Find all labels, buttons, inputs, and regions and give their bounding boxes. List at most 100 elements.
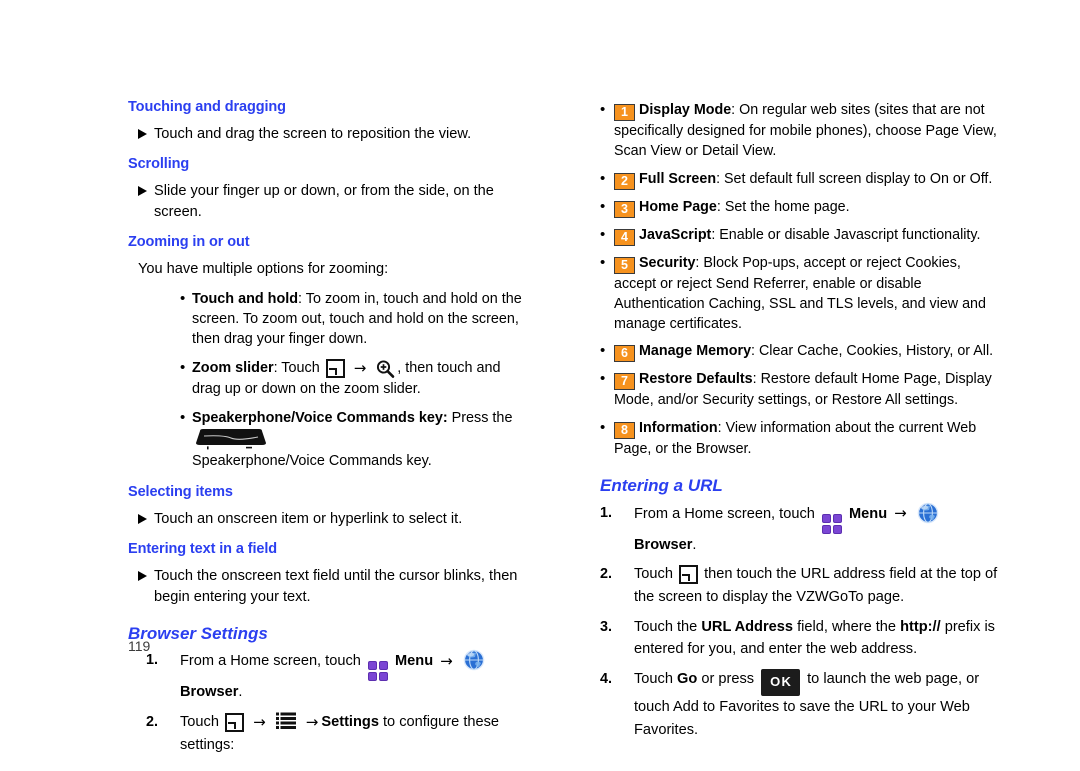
badge-number: 3 [614,200,635,218]
heading-zooming-in-or-out: Zooming in or out [128,234,250,251]
zooming-item-text: Speakerphone/Voice Commands key: Press t… [192,408,533,471]
menu-grid-icon[interactable] [821,513,842,534]
setting-item-label: Home Page [639,198,717,215]
menu-label: Menu [395,653,434,670]
setting-item-text: 6 Manage Memory: Clear Cache, Cookies, Hi… [614,341,994,363]
page-number: 119 [128,638,151,654]
setting-item-body: : Enable or disable Javascript functiona… [711,226,981,243]
step-text-part1: Touch [634,670,673,687]
badge-number: 1 [614,104,635,121]
zooming-item-body-before: Press the [447,409,513,426]
setting-item-javascript: • 4 JavaScript: Enable or disable Javascr… [600,225,1000,246]
zooming-item-label: Touch and hold [192,291,299,307]
step-text: From a Home screen, touch Menu → Browser… [180,649,533,704]
setting-item-text: 4 JavaScript: Enable or disable Javascrip… [614,225,980,246]
setting-item-body: : Clear Cache, Cookies, History, or All. [751,343,994,360]
step-number: 4. [600,670,613,687]
zooming-item-label: Speakerphone/Voice Commands key: [192,409,448,426]
dot-bullet-icon: • [600,197,606,215]
step-number: 3. [600,618,613,635]
badge-number: 6 [614,345,635,363]
badge-number: 4 [614,228,635,246]
browser-globe-icon[interactable] [917,502,939,524]
dot-bullet-icon: • [600,342,606,360]
arrow-glyph: → [253,712,266,731]
zooming-item-body-before: : Touch [273,360,320,377]
browser-settings-step-2: 2. Touch → → Settings to configure these… [128,711,533,756]
zooming-item-touch-and-hold: • Touch and hold: To zoom in, touch and … [128,289,533,349]
step-text-part2: field, where the [797,618,897,635]
arrow-glyph: → [353,359,367,378]
arrow-glyph: → [894,504,907,523]
step-text: Touch the URL Address field, where the h… [634,616,1000,661]
dot-bullet-icon: • [180,359,186,377]
step-text-part1: Touch [180,713,219,730]
arrow-glyph: → [440,651,453,670]
bullet-selecting-items: Touch an onscreen item or hyperlink to s… [128,509,533,530]
heading-selecting-items: Selecting items [128,484,233,501]
setting-item-body: : Set default full screen display to On … [716,170,993,187]
ok-key-icon[interactable]: OK [761,668,801,696]
magnifier-plus-icon[interactable] [375,359,395,379]
settings-list-icon[interactable] [275,712,296,730]
step-number: 2. [600,566,613,583]
zooming-item-label: Zoom slider [192,360,274,377]
window-icon[interactable] [325,359,345,379]
setting-item-text: 5 Security: Block Pop-ups, accept or reje… [614,253,1000,335]
manual-page: Touching and dragging Touch and drag the… [0,0,1080,771]
step-text-part1: Touch the [634,618,698,635]
menu-grid-icon[interactable] [367,661,388,682]
url-step-3: 3. Touch the URL Address field, where th… [600,616,1000,661]
bullet-text: Touch and drag the screen to reposition … [154,125,472,142]
settings-label: Settings [321,713,379,730]
zooming-item-text: Touch and hold: To zoom in, touch and ho… [192,289,533,349]
bullet-text: Touch the onscreen text field until the … [154,568,518,606]
setting-item-label: Security [639,254,696,271]
browser-label: Browser [180,684,239,701]
url-step-1: 1. From a Home screen, touch Menu → Brow… [600,502,1000,557]
dot-bullet-icon: • [600,418,606,436]
setting-item-label: Full Screen [639,170,717,187]
badge-number: 2 [614,172,635,190]
speakerphone-voice-commands-key-icon[interactable] [194,428,268,450]
url-step-4: 4. Touch Go or press OK to launch the we… [600,668,1000,741]
heading-scrolling: Scrolling [128,156,190,173]
dot-bullet-icon: • [600,225,606,243]
step-text-part1: From a Home screen, touch [634,505,815,522]
url-address-label: URL Address [701,618,793,635]
setting-item-display-mode: • 1 Display Mode: On regular web sites (s… [600,100,1000,162]
bullet-text: Slide your finger up or down, or from th… [154,183,494,221]
window-icon[interactable] [225,712,245,732]
heading-browser-settings: Browser Settings [128,623,268,643]
badge-number: 8 [614,421,635,439]
setting-item-full-screen: • 2 Full Screen: Set default full screen … [600,169,1000,190]
arrow-glyph: → [305,712,319,731]
bullet-touching-and-dragging: Touch and drag the screen to reposition … [128,124,533,145]
right-column: • 1 Display Mode: On regular web sites (s… [600,100,1000,748]
http-prefix-label: http:// [900,618,941,635]
step-text: Touch → → Settings to configure these se… [180,711,533,756]
heading-touching-and-dragging: Touching and dragging [128,99,286,115]
heading-entering-a-url: Entering a URL [600,476,723,496]
step-text-part1: Touch [634,566,673,583]
setting-item-text: 7 Restore Defaults: Restore default Home … [614,369,1000,410]
step-text: Touch Go or press OK to launch the web p… [634,668,1000,741]
zooming-intro: You have multiple options for zooming: [138,261,389,278]
setting-item-text: 8 Information: View information about the… [614,418,1000,459]
badge-number: 7 [614,373,635,391]
setting-item-information: • 8 Information: View information about t… [600,418,1000,459]
window-icon[interactable] [679,565,699,585]
setting-item-text: 3 Home Page: Set the home page. [614,197,850,218]
dot-bullet-icon: • [180,290,186,307]
browser-globe-icon[interactable] [463,649,485,671]
browser-settings-step-1: 1. From a Home screen, touch Menu → Brow… [128,649,533,704]
zooming-item-speakerphone-key: • Speakerphone/Voice Commands key: Press… [128,408,533,471]
triangle-bullet-icon [138,186,154,197]
setting-item-text: 1 Display Mode: On regular web sites (sit… [614,100,1000,162]
url-step-2: 2. Touch then touch the URL address fiel… [600,563,1000,608]
heading-entering-text-in-a-field: Entering text in a field [128,541,278,558]
badge-number: 5 [614,256,635,274]
dot-bullet-icon: • [180,408,186,426]
setting-item-label: JavaScript [639,226,712,243]
left-column: Touching and dragging Touch and drag the… [128,99,533,763]
